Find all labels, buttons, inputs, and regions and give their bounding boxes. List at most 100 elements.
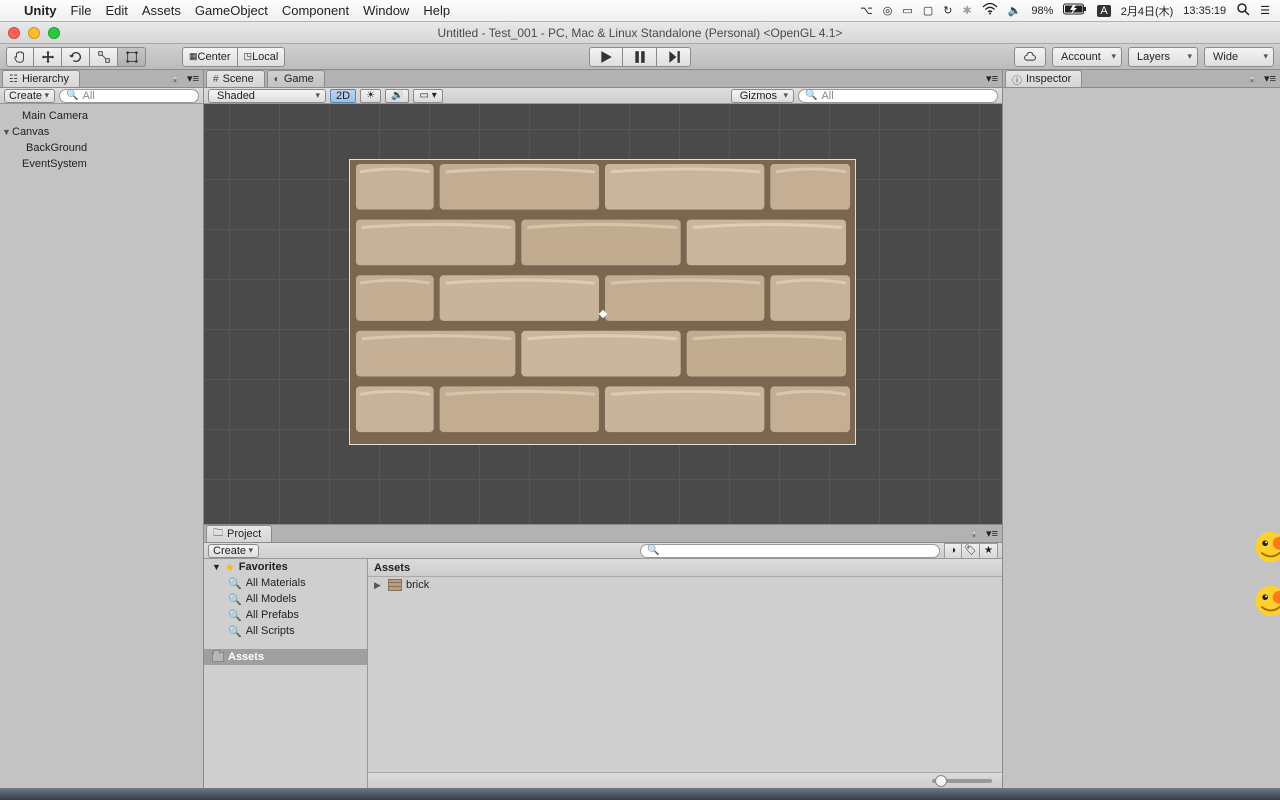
hierarchy-tree[interactable]: Main Camera ▼Canvas BackGround EventSyst… [0, 104, 203, 788]
gizmos-dropdown[interactable]: Gizmos [731, 89, 794, 103]
inspector-lock-icon[interactable] [1247, 72, 1258, 85]
layout-dropdown[interactable]: Wide [1204, 47, 1274, 67]
close-window-button[interactable] [8, 27, 20, 39]
filter-by-type-button[interactable]: ◑ [944, 543, 962, 559]
favorite-item[interactable]: 🔍All Prefabs [204, 607, 367, 623]
project-search[interactable]: 🔍 [640, 544, 940, 558]
minimize-window-button[interactable] [28, 27, 40, 39]
rotate-tool-button[interactable] [62, 47, 90, 67]
inspector-tabs: ⓘInspector ▾≡ [1003, 70, 1280, 88]
project-folder-tree[interactable]: ▼★Favorites 🔍 All Materials 🔍All Models 🔍… [204, 559, 368, 788]
hierarchy-tab[interactable]: ☷Hierarchy [2, 70, 80, 87]
menu-edit[interactable]: Edit [105, 3, 127, 18]
tray-spotlight-icon[interactable] [1236, 2, 1250, 19]
menu-assets[interactable]: Assets [142, 3, 181, 18]
thumbnail-size-slider[interactable] [932, 779, 992, 783]
menu-gameobject[interactable]: GameObject [195, 3, 268, 18]
inspector-tab[interactable]: ⓘInspector [1005, 70, 1082, 87]
2d-toggle-button[interactable]: 2D [330, 89, 356, 103]
tray-airplay-icon[interactable]: ▭ [902, 4, 912, 17]
scale-tool-button[interactable] [90, 47, 118, 67]
search-icon: 🔍 [228, 577, 242, 590]
step-button[interactable] [657, 47, 691, 67]
project-asset-list[interactable]: ▶ brick [368, 577, 1002, 772]
canvas-rect[interactable] [349, 159, 856, 445]
scene-fx-dropdown[interactable]: ▭ ▾ [413, 89, 442, 103]
tray-input-badge[interactable]: A [1097, 5, 1110, 17]
favorite-label: All Materials [246, 577, 306, 589]
window-titlebar[interactable]: Untitled - Test_001 - PC, Mac & Linux St… [0, 22, 1280, 44]
tray-app-icon[interactable]: ⌥ [860, 4, 873, 17]
search-icon: 🔍 [647, 545, 659, 556]
hierarchy-create-dropdown[interactable]: Create [4, 89, 55, 103]
pause-button[interactable] [623, 47, 657, 67]
scene-tabs: #Scene ◐Game ▾≡ [204, 70, 1002, 88]
project-tab[interactable]: 🗀Project [206, 525, 272, 542]
hierarchy-lock-icon[interactable] [170, 72, 181, 85]
project-create-dropdown[interactable]: Create [208, 544, 259, 558]
project-panel: 🗀Project ▾≡ Create 🔍 ◑ 🏷 ★ ▼★Favorites 🔍… [204, 524, 1002, 788]
tray-notification-icon[interactable]: ☰ [1260, 4, 1270, 17]
move-tool-button[interactable] [34, 47, 62, 67]
favorite-item[interactable]: 🔍 All Materials [204, 575, 367, 591]
hierarchy-item[interactable]: ▼Canvas [0, 124, 203, 140]
tray-bluetooth-icon[interactable]: ✱ [962, 4, 971, 17]
assets-folder[interactable]: Assets [204, 649, 367, 665]
project-toolbar: Create 🔍 ◑ 🏷 ★ [204, 543, 1002, 559]
layers-dropdown[interactable]: Layers [1128, 47, 1198, 67]
scene-view[interactable] [204, 104, 1002, 524]
handle-space-button[interactable]: ◳ Local [238, 47, 286, 67]
pivot-toggle-button[interactable]: ▦ Center [182, 47, 238, 67]
project-context-menu[interactable]: ▾≡ [986, 527, 998, 540]
hierarchy-item[interactable]: EventSystem [0, 156, 203, 172]
tray-display-icon[interactable]: ▢ [923, 4, 933, 17]
overlay-sticker-icon [1248, 584, 1280, 618]
project-breadcrumb[interactable]: Assets [368, 559, 1002, 577]
hierarchy-context-menu[interactable]: ▾≡ [187, 72, 199, 85]
tray-time[interactable]: 13:35:19 [1183, 5, 1226, 17]
game-tab[interactable]: ◐Game [267, 70, 325, 87]
scene-context-menu[interactable]: ▾≡ [986, 72, 998, 85]
menu-component[interactable]: Component [282, 3, 349, 18]
tray-timemachine-icon[interactable]: ↻ [943, 4, 952, 17]
tray-volume-icon[interactable]: 🔈 [1008, 4, 1022, 17]
scene-audio-button[interactable]: 🔊 [385, 89, 409, 103]
inspector-panel: ⓘInspector ▾≡ [1002, 70, 1280, 788]
hierarchy-item[interactable]: Main Camera [0, 108, 203, 124]
menu-help[interactable]: Help [423, 3, 450, 18]
tray-date[interactable]: 2月4日(木) [1121, 3, 1174, 19]
hand-tool-button[interactable] [6, 47, 34, 67]
hierarchy-item[interactable]: BackGround [0, 140, 203, 156]
save-search-button[interactable]: ★ [980, 543, 998, 559]
cloud-button[interactable] [1014, 47, 1046, 67]
menu-window[interactable]: Window [363, 3, 409, 18]
scene-search[interactable]: 🔍All [798, 89, 998, 103]
menu-file[interactable]: File [71, 3, 92, 18]
project-lock-icon[interactable] [969, 527, 980, 540]
scene-icon: # [213, 74, 219, 85]
rect-tool-button[interactable] [118, 47, 146, 67]
background-image [350, 160, 855, 444]
scene-tab[interactable]: #Scene [206, 70, 265, 87]
favorites-header[interactable]: ▼★Favorites [204, 559, 367, 575]
battery-percent: 98% [1031, 5, 1053, 17]
zoom-window-button[interactable] [48, 27, 60, 39]
hierarchy-item-label: Main Camera [22, 110, 88, 122]
expand-arrow-icon[interactable]: ▶ [374, 580, 384, 591]
hierarchy-search[interactable]: 🔍All [59, 89, 199, 103]
scene-lighting-button[interactable]: ☀ [360, 89, 381, 103]
tray-cc-icon[interactable]: ◎ [883, 4, 893, 17]
favorite-item[interactable]: 🔍All Models [204, 591, 367, 607]
inspector-context-menu[interactable]: ▾≡ [1264, 72, 1276, 85]
play-button[interactable] [589, 47, 623, 67]
filter-by-label-button[interactable]: 🏷 [962, 543, 980, 559]
asset-item[interactable]: ▶ brick [368, 577, 1002, 593]
draw-mode-dropdown[interactable]: Shaded [208, 89, 326, 103]
expand-arrow-icon[interactable]: ▼ [2, 127, 12, 137]
tray-battery-icon[interactable] [1063, 3, 1087, 18]
account-dropdown[interactable]: Account [1052, 47, 1122, 67]
tray-wifi-icon[interactable] [982, 3, 998, 18]
app-menu[interactable]: Unity [24, 3, 57, 18]
favorite-item[interactable]: 🔍All Scripts [204, 623, 367, 639]
expand-arrow-icon[interactable]: ▼ [212, 562, 221, 572]
